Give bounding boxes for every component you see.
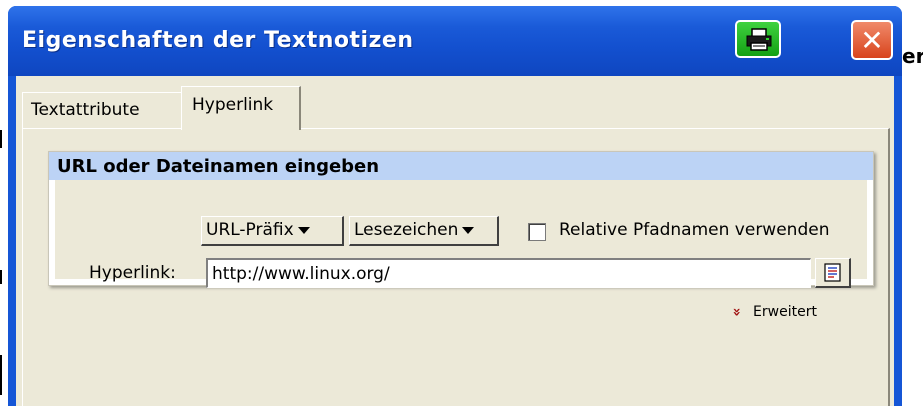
group-header: URL oder Dateinamen eingeben bbox=[49, 152, 873, 180]
properties-dialog: Eigenschaften der Textnotizen ✕ Textattr… bbox=[8, 6, 902, 406]
hyperlink-label: Hyperlink: bbox=[89, 263, 176, 283]
tab-hyperlink[interactable]: Hyperlink bbox=[181, 86, 301, 130]
background-partial-text: er bbox=[902, 44, 923, 68]
close-button[interactable]: ✕ bbox=[851, 20, 893, 60]
tab-textattribute[interactable]: Textattribute bbox=[22, 92, 182, 128]
advanced-toggle[interactable]: » Erweitert bbox=[728, 304, 817, 320]
group-body: URL-Präfix Lesezeichen Relative Pfadname… bbox=[55, 180, 867, 288]
chevron-down-icon: » bbox=[728, 307, 745, 317]
background-edge-mark bbox=[0, 270, 2, 284]
window-title: Eigenschaften der Textnotizen bbox=[22, 28, 414, 53]
dropdown-arrow-icon bbox=[297, 226, 310, 234]
close-icon: ✕ bbox=[860, 24, 884, 57]
bookmarks-button[interactable]: Lesezeichen bbox=[349, 216, 499, 246]
url-prefix-label: URL-Präfix bbox=[206, 220, 294, 240]
hyperlink-input[interactable] bbox=[206, 258, 811, 288]
browse-file-button[interactable] bbox=[815, 258, 851, 288]
advanced-label: Erweitert bbox=[753, 304, 817, 320]
relative-paths-checkbox[interactable] bbox=[528, 223, 546, 241]
background-left-edge bbox=[0, 0, 8, 406]
file-browse-icon bbox=[824, 263, 841, 282]
background-edge-mark bbox=[0, 130, 2, 148]
title-bar[interactable]: Eigenschaften der Textnotizen ✕ bbox=[8, 6, 902, 76]
dialog-client-area: Textattribute Hyperlink URL oder Dateina… bbox=[16, 76, 894, 406]
dropdown-arrow-icon bbox=[462, 226, 475, 234]
printer-icon bbox=[746, 28, 772, 51]
background-edge-mark bbox=[0, 355, 2, 395]
bookmarks-label: Lesezeichen bbox=[354, 220, 459, 240]
url-prefix-button[interactable]: URL-Präfix bbox=[201, 216, 344, 246]
group-title: URL oder Dateinamen eingeben bbox=[57, 156, 380, 177]
print-button[interactable] bbox=[735, 20, 781, 58]
url-group-box: URL oder Dateinamen eingeben URL-Präfix … bbox=[48, 151, 874, 288]
relative-paths-label[interactable]: Relative Pfadnamen verwenden bbox=[559, 220, 829, 240]
